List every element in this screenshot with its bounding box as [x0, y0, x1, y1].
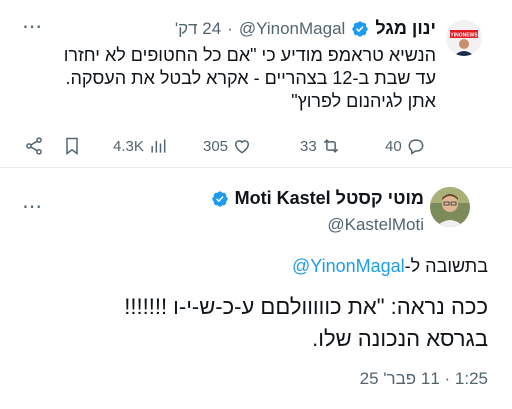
quoted-tweet-text: הנשיא טראמפ מודיע כי "אם כל החטופים לא י…	[16, 44, 436, 113]
separator-dot: ·	[227, 18, 233, 38]
main-tweet-text: ככה נראה: "את כווווולםם ע-כ-ש-י-ו !!!!!!…	[18, 291, 488, 355]
like-button[interactable]: 305	[203, 136, 252, 156]
share-button[interactable]	[24, 136, 44, 156]
views-button[interactable]: 4.3K	[113, 136, 168, 156]
avatar-badge-text: YINONEWS	[450, 33, 478, 39]
more-options-icon[interactable]: ⋯	[22, 17, 42, 37]
text-line: הנשיא טראמפ מודיע כי "אם כל החטופים לא י…	[63, 45, 436, 65]
post-timestamp[interactable]: 1:25 · 11 פבר' 25	[360, 369, 488, 389]
reply-mention-link[interactable]: @YinonMagal	[292, 256, 405, 276]
author-handle[interactable]: @YinonMagal	[239, 19, 345, 39]
avatar-yinon[interactable]: YINONEWS	[446, 20, 482, 56]
text-line: אתן לגיהנום לפרוץ"	[291, 91, 436, 111]
verified-badge-icon	[211, 190, 228, 207]
author-name[interactable]: ינון מגל	[375, 18, 436, 39]
quoted-header: ינון מגל @YinonMagal · 24 דק'	[175, 18, 436, 39]
verified-badge-icon	[352, 20, 368, 37]
main-author-row: מוטי קסטל Moti Kastel	[211, 188, 424, 209]
text-line: ככה נראה: "את כווווולםם ע-כ-ש-י-ו !!!!!!…	[124, 294, 488, 319]
reply-bubble-icon	[408, 139, 424, 155]
like-count: 305	[203, 137, 229, 155]
retweet-icon	[323, 139, 338, 153]
retweet-button[interactable]: 33	[300, 136, 341, 156]
views-chart-icon	[151, 139, 166, 153]
reply-button[interactable]: 40	[385, 136, 426, 156]
heart-icon	[235, 140, 250, 154]
bookmark-button[interactable]	[62, 136, 82, 156]
text-line: עד שבת ב-12 בצהריים - אקרא לבטל את העסקה…	[65, 68, 436, 88]
reply-count: 40	[385, 137, 402, 155]
bookmark-icon	[66, 137, 78, 155]
avatar-moti[interactable]	[430, 187, 470, 227]
post-time[interactable]: 24 דק'	[175, 19, 221, 39]
reply-context: בתשובה ל-@YinonMagal	[292, 256, 488, 277]
share-icon	[26, 137, 42, 155]
author-handle[interactable]: @KastelMoti	[327, 215, 424, 235]
divider	[0, 167, 512, 168]
retweet-count: 33	[300, 137, 317, 155]
text-line: בגרסא הנכונה שלו.	[312, 326, 488, 351]
author-name[interactable]: מוטי קסטל Moti Kastel	[235, 188, 424, 209]
reply-prefix: בתשובה ל-	[404, 256, 488, 276]
more-options-icon[interactable]: ⋯	[22, 197, 42, 217]
views-count: 4.3K	[113, 137, 144, 155]
